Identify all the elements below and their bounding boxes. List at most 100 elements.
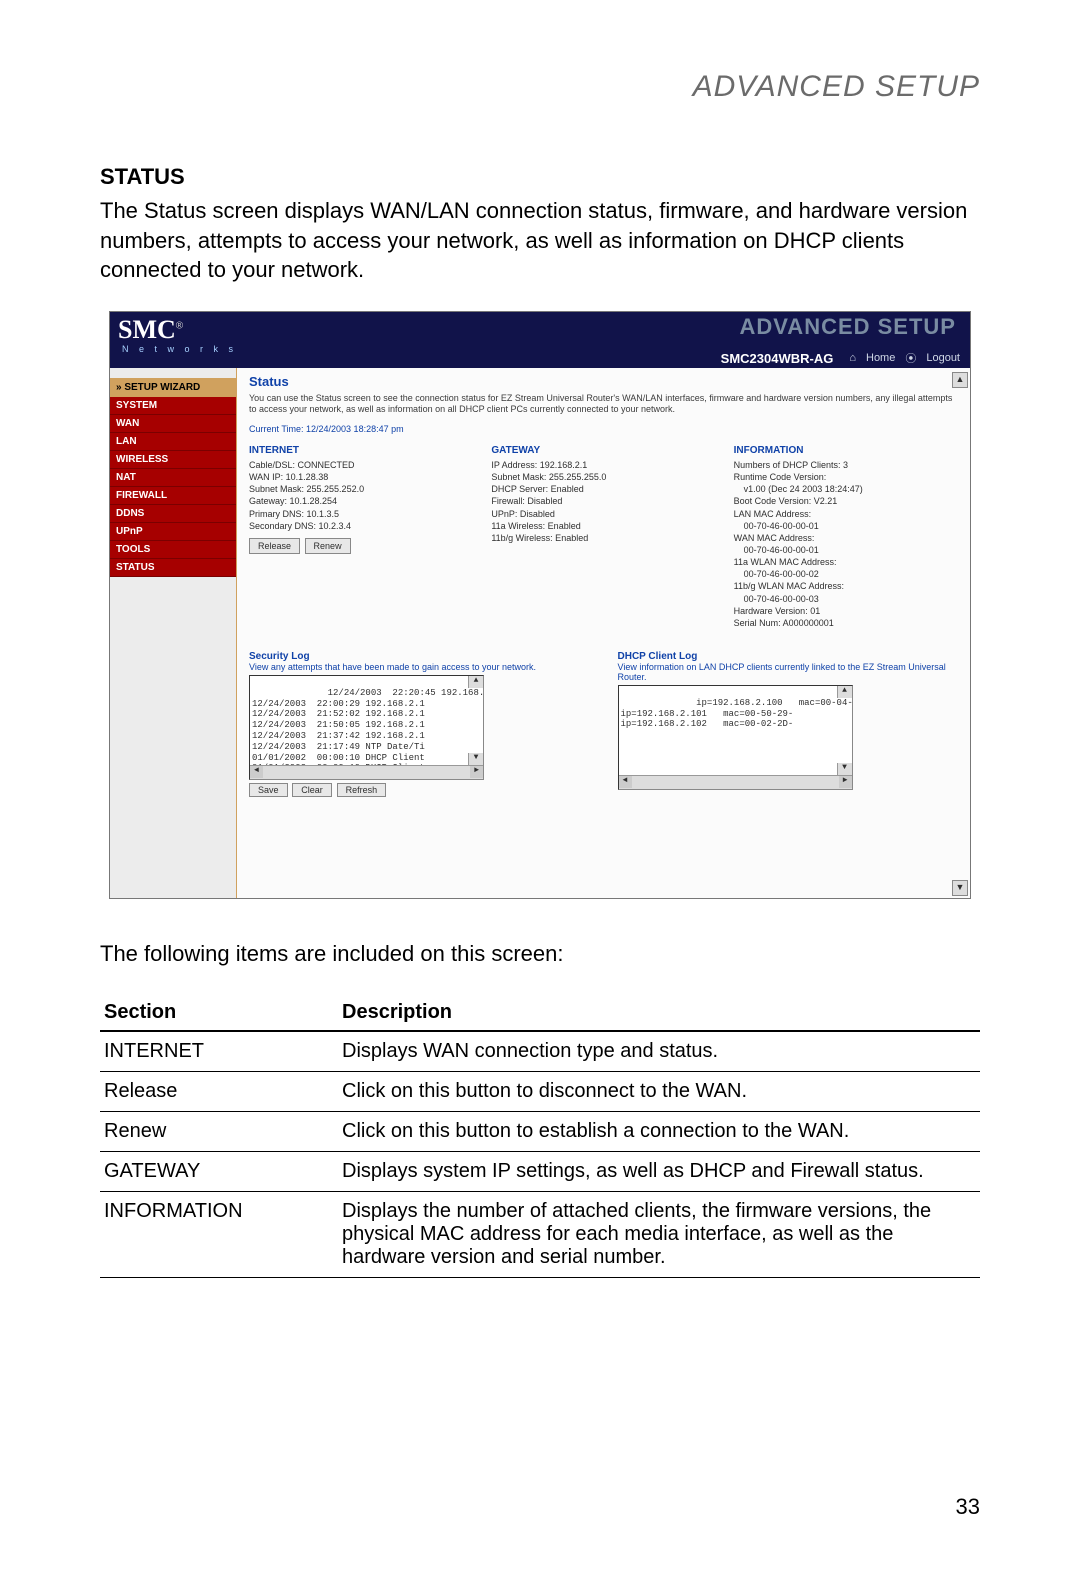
logout-link[interactable]: Logout — [926, 352, 960, 364]
sidebar-setup-wizard[interactable]: » SETUP WIZARD — [110, 378, 236, 397]
info-line: LAN MAC Address: — [734, 508, 958, 520]
scroll-left-icon[interactable]: ◄ — [619, 776, 632, 788]
info-line: 00-70-46-00-00-01 — [734, 544, 958, 556]
main-panel: ▲ ▼ Status You can use the Status screen… — [237, 368, 970, 898]
info-line: Numbers of DHCP Clients: 3 — [734, 459, 958, 471]
security-log-desc: View any attempts that have been made to… — [249, 662, 590, 672]
sidebar-item-upnp[interactable]: UPnP — [110, 523, 236, 541]
info-line: Serial Num: A000000001 — [734, 617, 958, 629]
table-row: INFORMATIONDisplays the number of attach… — [100, 1191, 980, 1277]
scroll-right-icon[interactable]: ► — [839, 776, 852, 788]
save-button[interactable]: Save — [249, 783, 288, 797]
info-line: 00-70-46-00-00-03 — [734, 593, 958, 605]
embedded-screenshot: SMC® N e t w o r k s ADVANCED SETUP SMC2… — [109, 311, 971, 899]
info-line: v1.00 (Dec 24 2003 18:24:47) — [734, 483, 958, 495]
page-number: 33 — [956, 1494, 980, 1520]
page-description: You can use the Status screen to see the… — [249, 393, 958, 416]
security-log-textarea[interactable]: 12/24/2003 22:20:45 192.168.2.1 12/24/20… — [249, 675, 484, 780]
table-cell-description: Displays the number of attached clients,… — [338, 1191, 980, 1277]
scroll-up-icon[interactable]: ▲ — [468, 676, 483, 688]
home-link[interactable]: Home — [866, 352, 895, 364]
intro-paragraph: The Status screen displays WAN/LAN conne… — [100, 196, 980, 285]
dhcp-log-heading: DHCP Client Log — [618, 651, 959, 662]
sidebar-item-status[interactable]: STATUS — [110, 559, 236, 577]
app-header: SMC® N e t w o r k s ADVANCED SETUP SMC2… — [110, 312, 970, 368]
info-line: Runtime Code Version: — [734, 471, 958, 483]
info-line: WAN MAC Address: — [734, 532, 958, 544]
internet-line: Primary DNS: 10.1.3.5 — [249, 508, 473, 520]
sidebar-item-tools[interactable]: TOOLS — [110, 541, 236, 559]
sidebar-item-firewall[interactable]: FIREWALL — [110, 487, 236, 505]
info-line: 00-70-46-00-00-01 — [734, 520, 958, 532]
h-scrollbar[interactable]: ◄ ► — [250, 765, 483, 779]
table-cell-section: INTERNET — [100, 1031, 338, 1072]
running-head: ADVANCED SETUP — [100, 70, 980, 104]
scroll-down-icon[interactable]: ▼ — [952, 880, 968, 896]
clear-button[interactable]: Clear — [292, 783, 332, 797]
table-cell-description: Click on this button to establish a conn… — [338, 1111, 980, 1151]
information-heading: INFORMATION — [734, 444, 958, 458]
app-title: ADVANCED SETUP — [739, 314, 956, 340]
sidebar-item-ddns[interactable]: DDNS — [110, 505, 236, 523]
internet-block: INTERNET Cable/DSL: CONNECTED WAN IP: 10… — [249, 444, 473, 629]
gateway-line: UPnP: Disabled — [491, 508, 715, 520]
brand-subtext: N e t w o r k s — [122, 344, 237, 354]
scroll-left-icon[interactable]: ◄ — [250, 766, 263, 778]
brand-logo-text: SMC — [118, 315, 176, 344]
sidebar-item-nat[interactable]: NAT — [110, 469, 236, 487]
release-button[interactable]: Release — [249, 538, 300, 554]
gateway-line: DHCP Server: Enabled — [491, 483, 715, 495]
table-cell-section: Renew — [100, 1111, 338, 1151]
brand-logo: SMC® — [118, 314, 183, 345]
table-cell-section: Release — [100, 1071, 338, 1111]
model-bar: SMC2304WBR-AG ⌂ Home ⦿ Logout — [721, 348, 970, 368]
logout-icon: ⦿ — [905, 350, 916, 366]
h-scrollbar[interactable]: ◄ ► — [619, 775, 852, 789]
table-row: GATEWAYDisplays system IP settings, as w… — [100, 1151, 980, 1191]
scroll-down-icon[interactable]: ▼ — [468, 753, 483, 765]
table-row: INTERNETDisplays WAN connection type and… — [100, 1031, 980, 1072]
internet-heading: INTERNET — [249, 444, 473, 458]
security-log-heading: Security Log — [249, 651, 590, 662]
table-cell-section: INFORMATION — [100, 1191, 338, 1277]
dhcp-log-text: ip=192.168.2.100 mac=00-04-23- ip=192.16… — [621, 698, 853, 730]
gateway-line: IP Address: 192.168.2.1 — [491, 459, 715, 471]
table-cell-description: Displays WAN connection type and status. — [338, 1031, 980, 1072]
dhcp-log-textarea[interactable]: ip=192.168.2.100 mac=00-04-23- ip=192.16… — [618, 685, 853, 790]
description-table: Section Description INTERNETDisplays WAN… — [100, 995, 980, 1278]
table-row: ReleaseClick on this button to disconnec… — [100, 1071, 980, 1111]
information-block: INFORMATION Numbers of DHCP Clients: 3 R… — [734, 444, 958, 629]
internet-line: Cable/DSL: CONNECTED — [249, 459, 473, 471]
registered-icon: ® — [176, 320, 183, 331]
gateway-block: GATEWAY IP Address: 192.168.2.1 Subnet M… — [491, 444, 715, 629]
renew-button[interactable]: Renew — [305, 538, 351, 554]
table-header-section: Section — [100, 995, 338, 1031]
refresh-button[interactable]: Refresh — [337, 783, 387, 797]
info-line: Boot Code Version: V2.21 — [734, 495, 958, 507]
security-log-block: Security Log View any attempts that have… — [249, 651, 590, 797]
table-cell-description: Displays system IP settings, as well as … — [338, 1151, 980, 1191]
sidebar-item-wan[interactable]: WAN — [110, 415, 236, 433]
info-line: 11a WLAN MAC Address: — [734, 556, 958, 568]
section-heading-status: STATUS — [100, 164, 980, 190]
gateway-line: 11b/g Wireless: Enabled — [491, 532, 715, 544]
page-title: Status — [249, 374, 958, 389]
dhcp-log-desc: View information on LAN DHCP clients cur… — [618, 662, 959, 682]
sidebar-item-system[interactable]: SYSTEM — [110, 397, 236, 415]
dhcp-log-block: DHCP Client Log View information on LAN … — [618, 651, 959, 797]
internet-line: WAN IP: 10.1.28.38 — [249, 471, 473, 483]
gateway-line: Firewall: Disabled — [491, 495, 715, 507]
gateway-line: 11a Wireless: Enabled — [491, 520, 715, 532]
sidebar-item-wireless[interactable]: WIRELESS — [110, 451, 236, 469]
sidebar: » SETUP WIZARD SYSTEM WAN LAN WIRELESS N… — [110, 368, 237, 898]
scroll-up-icon[interactable]: ▲ — [837, 686, 852, 698]
sidebar-item-lan[interactable]: LAN — [110, 433, 236, 451]
scroll-up-icon[interactable]: ▲ — [952, 372, 968, 388]
table-header-description: Description — [338, 995, 980, 1031]
home-icon: ⌂ — [849, 352, 856, 364]
scroll-right-icon[interactable]: ► — [470, 766, 483, 778]
model-number: SMC2304WBR-AG — [721, 351, 834, 366]
internet-line: Secondary DNS: 10.2.3.4 — [249, 520, 473, 532]
scroll-down-icon[interactable]: ▼ — [837, 763, 852, 775]
table-cell-section: GATEWAY — [100, 1151, 338, 1191]
